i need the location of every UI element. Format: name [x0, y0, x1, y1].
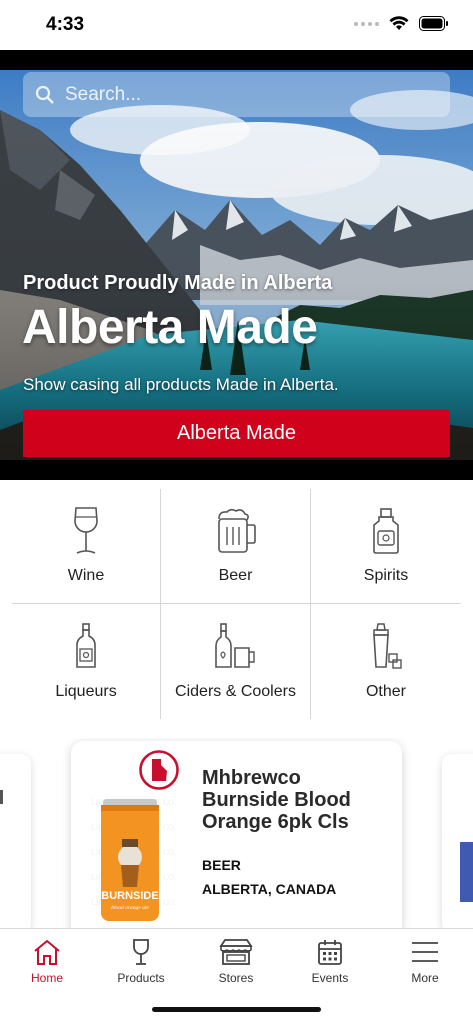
signal-icon — [354, 21, 379, 26]
product-name-line: Mhbrewco — [202, 767, 301, 789]
search-icon — [35, 85, 54, 104]
product-carousel[interactable]: LIQUOR CONNECT CO. LIQUOR CONNECT CO. LI… — [0, 738, 473, 933]
hero-subtitle: Product Proudly Made in Alberta — [23, 272, 333, 294]
featured-product-card[interactable]: LIQUOR CONNECT CO. LIQUOR CONNECT CO. LI… — [71, 741, 402, 933]
category-label: Ciders & Coolers — [175, 683, 296, 700]
hero-title: Alberta Made — [22, 301, 318, 354]
next-product-card[interactable] — [442, 754, 473, 933]
hero-banner: Product Proudly Made in Alberta Alberta … — [0, 50, 473, 480]
category-label: Beer — [218, 567, 253, 584]
category-wine[interactable]: Wine — [12, 489, 161, 604]
alberta-made-badge-icon — [139, 750, 179, 790]
tab-events[interactable]: Events — [283, 929, 377, 989]
product-name-line: Burnside Blood — [202, 789, 351, 811]
can-brand-text: BURNSIDE — [101, 890, 158, 902]
shaker-icon — [373, 623, 402, 669]
search-input[interactable] — [65, 83, 425, 106]
alberta-made-button[interactable]: Alberta Made — [23, 410, 450, 457]
tab-label: Home — [30, 971, 63, 985]
status-bar: 4:33 — [0, 0, 473, 50]
category-spirits[interactable]: Spirits — [311, 489, 461, 604]
product-can-image: LIQUOR CONNECT CO. LIQUOR CONNECT CO. LI… — [91, 798, 176, 921]
hero-description: Show casing all products Made in Alberta… — [23, 375, 339, 394]
wine-glass-icon — [133, 939, 149, 965]
tab-more[interactable]: More — [378, 929, 472, 989]
hero-landscape-image — [0, 70, 473, 460]
app-screen: 4:33 Search... Product Proudly Made in A… — [0, 0, 473, 1024]
category-label: Spirits — [363, 567, 409, 584]
liqueur-bottle-icon — [76, 623, 96, 668]
search-bar[interactable] — [23, 72, 450, 117]
product-origin: ALBERTA, CANADA — [202, 881, 337, 897]
previous-product-card[interactable] — [0, 754, 31, 933]
store-icon — [219, 939, 253, 965]
menu-icon — [412, 942, 438, 962]
home-icon — [34, 939, 60, 965]
cider-bottle-glass-icon — [214, 623, 255, 668]
category-other[interactable]: Other — [311, 604, 461, 719]
category-label: Liqueurs — [55, 683, 117, 700]
category-grid: Wine Beer Spirits Liqueurs Ciders & Cool… — [12, 489, 461, 719]
tab-label: Products — [117, 971, 165, 985]
tab-home[interactable]: Home — [0, 929, 94, 989]
tab-label: Events — [311, 971, 349, 985]
product-category: BEER — [202, 857, 241, 873]
tab-stores[interactable]: Stores — [189, 929, 283, 989]
tab-products[interactable]: Products — [94, 929, 188, 989]
tab-label: Stores — [218, 971, 254, 985]
category-ciders-coolers[interactable]: Ciders & Coolers — [161, 604, 311, 719]
category-label: Wine — [67, 567, 105, 584]
wine-glass-icon — [74, 507, 98, 554]
can-subtext: blood orange ale — [111, 905, 149, 911]
tab-label: More — [411, 971, 439, 985]
calendar-icon — [318, 940, 342, 965]
battery-icon — [419, 16, 448, 31]
status-icons — [354, 16, 449, 31]
product-name: Mhbrewco Burnside Blood Orange 6pk Cls — [202, 767, 387, 833]
home-indicator — [152, 1007, 321, 1012]
spirits-bottle-icon — [373, 508, 399, 554]
product-name-line: Orange 6pk Cls — [202, 811, 349, 833]
wifi-icon — [389, 16, 409, 30]
category-beer[interactable]: Beer — [161, 489, 311, 604]
beer-mug-icon — [217, 508, 256, 553]
status-time: 4:33 — [46, 14, 85, 35]
category-label: Other — [365, 683, 406, 700]
category-liqueurs[interactable]: Liqueurs — [12, 604, 161, 719]
